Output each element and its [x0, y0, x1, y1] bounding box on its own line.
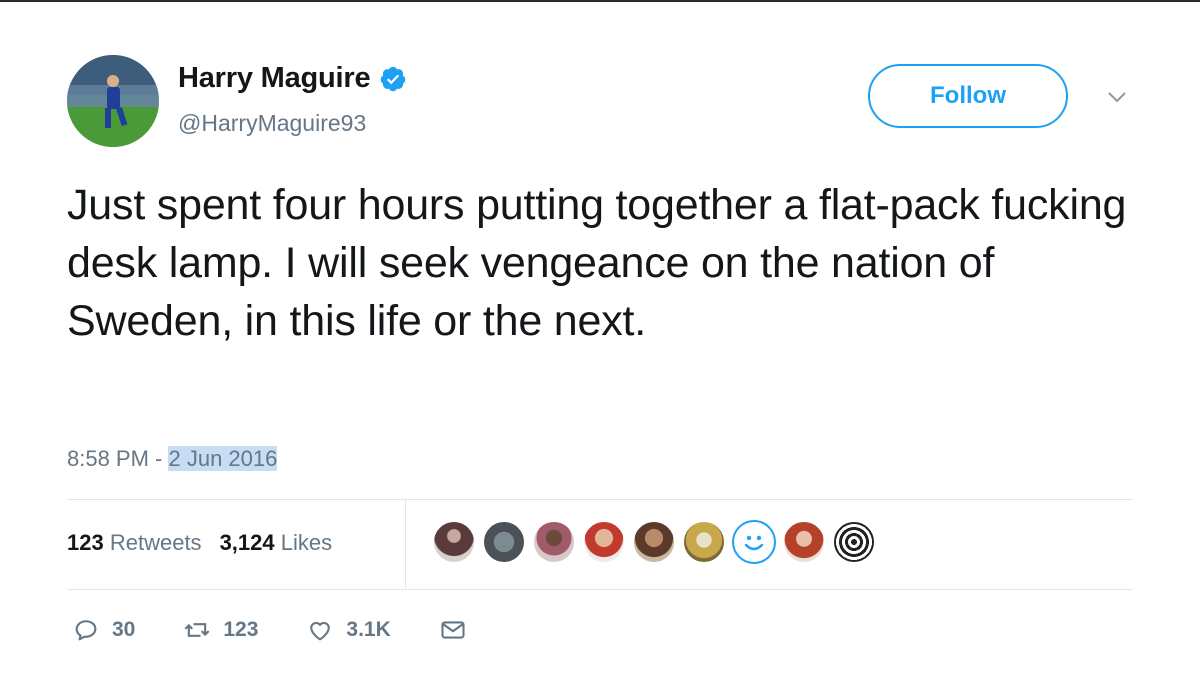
name-row: Harry Maguire: [178, 62, 407, 95]
display-name[interactable]: Harry Maguire: [178, 62, 371, 95]
reply-count: 30: [112, 618, 136, 641]
liker-avatar[interactable]: [632, 520, 676, 564]
divider-bottom: [67, 589, 1133, 590]
like-action[interactable]: 3.1K: [306, 616, 391, 644]
direct-message-icon: [441, 621, 465, 639]
liker-avatar[interactable]: [532, 520, 576, 564]
tweet-text: Just spent four hours putting together a…: [67, 181, 1127, 345]
retweet-count: 123: [223, 618, 259, 641]
tweet-timestamp: 8:58 PM - 2 Jun 2016: [67, 446, 278, 472]
liker-avatar[interactable]: [682, 520, 726, 564]
reply-icon: [75, 620, 97, 641]
top-border: [0, 0, 1200, 2]
avatar[interactable]: [67, 55, 159, 147]
retweet-action[interactable]: 123: [183, 616, 258, 644]
retweets-count: 123: [67, 530, 104, 555]
likes-stat[interactable]: 3,124 Likes: [220, 530, 333, 556]
smiley-avatar-icon[interactable]: [732, 520, 776, 564]
like-icon: [310, 621, 331, 641]
direct-message-action[interactable]: [439, 616, 479, 644]
likes-count: 3,124: [219, 530, 275, 555]
user-handle[interactable]: @HarryMaguire93: [178, 110, 366, 137]
tweet-date[interactable]: 2 Jun 2016: [168, 446, 278, 471]
divider-top: [67, 499, 1133, 500]
avatar-photo: [67, 55, 159, 147]
verified-badge-icon: [379, 65, 407, 93]
retweets-stat[interactable]: 123 Retweets: [67, 530, 202, 556]
engagement-stats: 123 Retweets 3,124 Likes: [67, 530, 332, 556]
like-count: 3.1K: [346, 618, 391, 641]
chevron-down-icon[interactable]: [1107, 90, 1127, 104]
tweet-time[interactable]: 8:58 PM -: [67, 446, 168, 471]
stats-divider: [405, 500, 406, 588]
liker-avatars: [432, 520, 876, 564]
follow-button[interactable]: Follow: [868, 64, 1068, 128]
liker-avatar[interactable]: [432, 520, 476, 564]
reply-action[interactable]: 30: [72, 616, 135, 644]
retweets-label: Retweets: [109, 530, 202, 555]
liker-avatar[interactable]: [482, 520, 526, 564]
liker-avatar[interactable]: [582, 520, 626, 564]
liker-avatar[interactable]: [782, 520, 826, 564]
liker-avatar[interactable]: [832, 520, 876, 564]
tweet-actions: 30 123 3.1K: [72, 616, 527, 644]
likes-label: Likes: [280, 530, 333, 555]
retweet-icon: [184, 623, 210, 637]
